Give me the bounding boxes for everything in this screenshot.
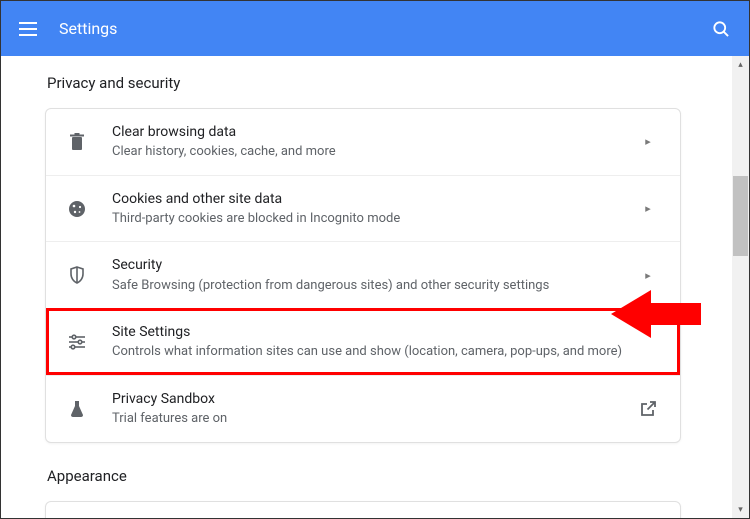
- shield-icon: [66, 266, 88, 284]
- row-subtitle: Trial features are on: [112, 410, 636, 428]
- chevron-right-icon: ▸: [636, 135, 660, 148]
- row-subtitle: Clear history, cookies, cache, and more: [112, 143, 636, 161]
- menu-icon[interactable]: [19, 22, 37, 36]
- row-cookies[interactable]: Cookies and other site data Third-party …: [46, 175, 680, 242]
- row-clear-browsing-data[interactable]: Clear browsing data Clear history, cooki…: [46, 109, 680, 175]
- row-security[interactable]: Security Safe Browsing (protection from …: [46, 241, 680, 308]
- chevron-right-icon: ▸: [636, 202, 660, 215]
- row-subtitle: Third-party cookies are blocked in Incog…: [112, 210, 636, 228]
- trash-icon: [66, 133, 88, 151]
- row-title: Clear browsing data: [112, 123, 636, 141]
- row-privacy-sandbox[interactable]: Privacy Sandbox Trial features are on: [46, 375, 680, 442]
- appearance-card: Theme Open Chrome Web Store: [45, 501, 681, 518]
- row-title: Site Settings: [112, 323, 636, 341]
- vertical-scrollbar[interactable]: ▴ ▾: [732, 56, 749, 518]
- row-subtitle: Controls what information sites can use …: [112, 343, 636, 361]
- row-title: Privacy Sandbox: [112, 390, 636, 408]
- content-area: Privacy and security Clear browsing data…: [1, 56, 731, 518]
- row-title: Theme: [88, 516, 636, 518]
- settings-window: Settings Privacy and security Clear brow…: [0, 0, 750, 519]
- row-site-settings[interactable]: Site Settings Controls what information …: [46, 308, 680, 375]
- section-title-appearance: Appearance: [47, 467, 731, 485]
- search-icon: [711, 19, 731, 39]
- row-title: Security: [112, 256, 636, 274]
- row-title: Cookies and other site data: [112, 190, 636, 208]
- scroll-up-icon[interactable]: ▴: [732, 56, 749, 73]
- privacy-card: Clear browsing data Clear history, cooki…: [45, 108, 681, 443]
- scroll-down-icon[interactable]: ▾: [732, 501, 749, 518]
- chevron-right-icon: ▸: [636, 269, 660, 282]
- app-header: Settings: [1, 1, 749, 56]
- cookie-icon: [66, 200, 88, 218]
- scroll-thumb[interactable]: [733, 176, 748, 256]
- flask-icon: [66, 400, 88, 418]
- section-title-privacy: Privacy and security: [47, 74, 731, 92]
- open-external-icon: [636, 400, 660, 418]
- page-title: Settings: [59, 19, 117, 38]
- sliders-icon: [66, 334, 88, 350]
- search-button[interactable]: [711, 19, 731, 39]
- row-theme[interactable]: Theme Open Chrome Web Store: [46, 502, 680, 518]
- row-subtitle: Safe Browsing (protection from dangerous…: [112, 277, 636, 295]
